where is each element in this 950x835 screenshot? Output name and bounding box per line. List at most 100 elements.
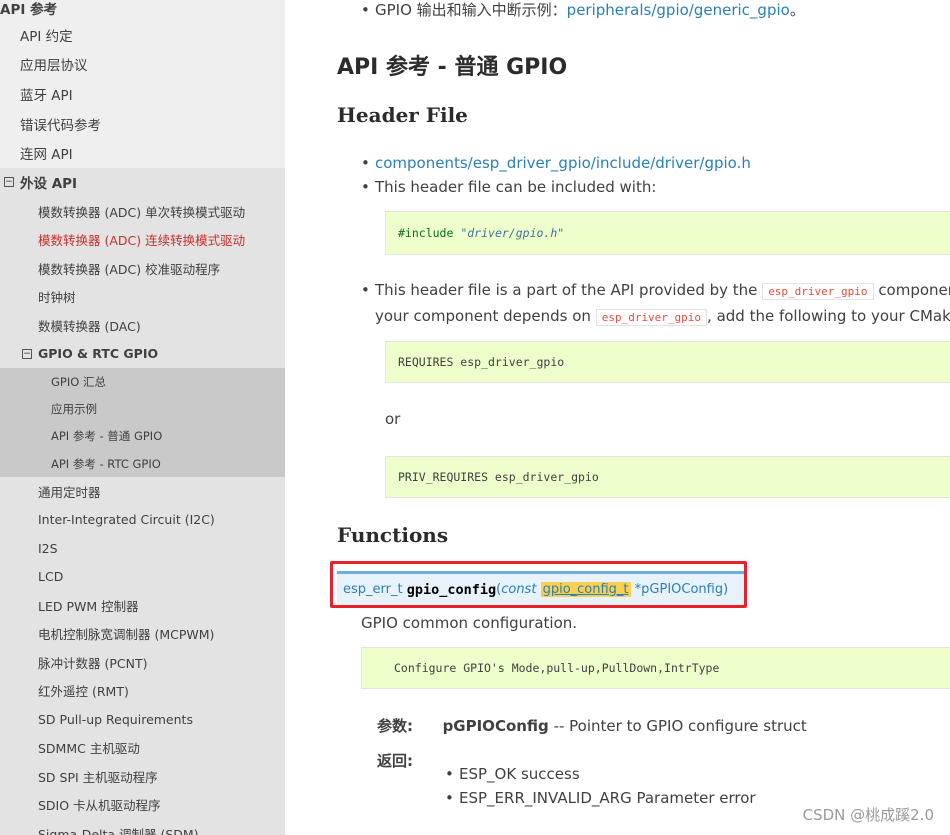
sidebar-item[interactable]: SD Pull-up Requirements xyxy=(0,705,285,734)
sidebar-item[interactable]: 模数转换器 (ADC) 校准驱动程序 xyxy=(0,253,285,283)
sidebar-l2-list-after: 通用定时器 Inter-Integrated Circuit (I2C) I2S LC… xyxy=(0,477,285,835)
sidebar-item-label: 模数转换器 (ADC) 连续转换模式驱动 xyxy=(38,233,246,249)
sidebar-item-label: API 参考 xyxy=(0,2,58,18)
sidebar-item[interactable]: 连网 API xyxy=(0,138,285,168)
list-item: This header file can be included with: xyxy=(361,175,950,199)
collapse-icon[interactable]: − xyxy=(22,348,32,359)
sidebar-item[interactable]: 脉冲计数器 (PCNT) xyxy=(0,648,285,677)
code-comment: Configure GPIO's Mode,pull-up,PullDown,I… xyxy=(394,661,720,675)
sidebar-item-label: API 参考 - RTC GPIO xyxy=(51,456,161,471)
priv-requires-code-block: PRIV_REQUIRES esp_driver_gpio xyxy=(385,456,950,498)
params-label: 参数: xyxy=(377,717,413,735)
list-item: GPIO 输出和输入中断示例：peripherals/gpio/generic_… xyxy=(361,0,950,22)
sidebar-item-label: 外设 API xyxy=(20,176,78,193)
sidebar-item-label: Inter-Integrated Circuit (I2C) xyxy=(38,512,215,528)
bullet-text: GPIO 输出和输入中断示例： xyxy=(375,1,567,19)
sidebar-item-label: API 约定 xyxy=(20,28,73,45)
sidebar-subitem[interactable]: API 参考 - RTC GPIO xyxy=(0,449,285,478)
collapse-icon[interactable]: − xyxy=(4,177,14,188)
sidebar-item-label: 应用示例 xyxy=(51,401,97,416)
returns-label: 返回: xyxy=(377,752,413,770)
page-title: API 参考 - 普通 GPIO xyxy=(337,55,568,80)
sidebar-item[interactable]: 应用层协议 xyxy=(0,50,285,80)
sidebar-item-label: 时钟树 xyxy=(38,290,76,306)
sidebar-item-label: I2S xyxy=(38,540,58,556)
sidebar-item-label: 数模转换器 (DAC) xyxy=(38,318,141,334)
sidebar-item[interactable]: Sigma-Delta 调制器 (SDM) xyxy=(0,819,285,835)
include-intro-text: This header file can be included with: xyxy=(375,178,657,196)
include-path: "driver/gpio.h" xyxy=(460,226,565,240)
sidebar-item-label: 脉冲计数器 (PCNT) xyxy=(38,655,148,671)
sidebar-item[interactable]: SDMMC 主机驱动 xyxy=(0,733,285,763)
sidebar-item[interactable]: 错误代码参考 xyxy=(0,109,285,139)
sidebar-item[interactable]: LED PWM 控制器 xyxy=(0,591,285,620)
component-text: your component depends on xyxy=(375,307,591,325)
requires-line: REQUIRES esp_driver_gpio xyxy=(398,355,565,369)
component-name-code: esp_driver_gpio xyxy=(595,309,708,326)
example-link[interactable]: peripherals/gpio/generic_gpio xyxy=(567,1,790,19)
function-description: GPIO common configuration. xyxy=(361,614,578,632)
sidebar-item-label: SDIO 卡从机驱动程序 xyxy=(38,798,161,814)
sidebar-item[interactable]: LCD xyxy=(0,562,285,592)
header-file-link[interactable]: components/esp_driver_gpio/include/drive… xyxy=(375,154,751,172)
sidebar-item-label: 连网 API xyxy=(20,147,73,164)
sidebar-item-label: 模数转换器 (ADC) 校准驱动程序 xyxy=(38,261,221,277)
include-code-block: #include "driver/gpio.h" xyxy=(385,211,950,255)
sidebar-item-api-reference[interactable]: API 参考 xyxy=(0,0,285,18)
sidebar-item-label: 应用层协议 xyxy=(20,58,88,75)
sidebar-item-label: LED PWM 控制器 xyxy=(38,598,139,614)
sidebar-item-peripherals[interactable]: − 外设 API xyxy=(0,167,285,197)
sidebar-l3-list: GPIO 汇总 应用示例 API 参考 - 普通 GPIO API 参考 - RTC … xyxy=(0,367,285,478)
sidebar-item[interactable]: 蓝牙 API xyxy=(0,79,285,109)
sidebar-item-label: 模数转换器 (ADC) 单次转换模式驱动 xyxy=(38,204,246,220)
sidebar-item[interactable]: 数模转换器 (DAC) xyxy=(0,310,285,340)
example-list: GPIO 输出和输入中断示例：peripherals/gpio/generic_… xyxy=(361,0,950,22)
component-info-list: This header file is a part of the API pr… xyxy=(361,278,950,330)
sidebar-item-label: 红外遥控 (RMT) xyxy=(38,684,129,700)
sidebar-item[interactable]: SD SPI 主机驱动程序 xyxy=(0,762,285,791)
main-content: GPIO 输出和输入中断示例：peripherals/gpio/generic_… xyxy=(285,0,950,835)
requires-code-block: REQUIRES esp_driver_gpio xyxy=(385,341,950,383)
sidebar-item-label: 电机控制脉宽调制器 (MCPWM) xyxy=(38,627,215,643)
section-heading-header-file: Header File xyxy=(337,103,468,127)
component-text: component. To d xyxy=(878,281,950,299)
sidebar-subitem[interactable]: API 参考 - 普通 GPIO xyxy=(0,422,285,450)
sidebar-item[interactable]: API 约定 xyxy=(0,20,285,50)
sidebar-item-active[interactable]: 模数转换器 (ADC) 连续转换模式驱动 xyxy=(0,225,285,254)
component-text: , add the following to your CMakeLists. xyxy=(707,307,950,325)
sidebar-subitem[interactable]: GPIO 汇总 xyxy=(0,367,285,396)
list-item: ESP_OK success xyxy=(445,762,925,786)
sidebar-item[interactable]: 电机控制脉宽调制器 (MCPWM) xyxy=(0,619,285,649)
component-name-code: esp_driver_gpio xyxy=(762,283,874,300)
sidebar-item[interactable]: SDIO 卡从机驱动程序 xyxy=(0,790,285,820)
sidebar-item[interactable]: I2S xyxy=(0,534,285,563)
component-text: This header file is a part of the API pr… xyxy=(375,281,758,299)
sidebar-item-label: GPIO 汇总 xyxy=(51,374,106,389)
sidebar-subitem[interactable]: 应用示例 xyxy=(0,395,285,423)
sidebar-item-label: SD Pull-up Requirements xyxy=(38,711,193,727)
sidebar-item[interactable]: Inter-Integrated Circuit (I2C) xyxy=(0,505,285,535)
sidebar-item-gpio[interactable]: − GPIO & RTC GPIO xyxy=(0,339,285,368)
bullet-suffix: 。 xyxy=(789,1,805,19)
include-directive: #include xyxy=(398,226,454,240)
list-item: components/esp_driver_gpio/include/drive… xyxy=(361,151,950,175)
sidebar-l1-list: API 约定 应用层协议蓝牙 API 错误代码参考 连网 API xyxy=(0,20,285,168)
sidebar-item[interactable]: 模数转换器 (ADC) 单次转换模式驱动 xyxy=(0,196,285,226)
function-code-block: Configure GPIO's Mode,pull-up,PullDown,I… xyxy=(361,647,950,689)
sidebar-nav: API 参考 API 约定 应用层协议蓝牙 API 错误代码参考 连网 API − 外… xyxy=(0,0,285,835)
highlight-box xyxy=(330,561,747,608)
sidebar-item[interactable]: 红外遥控 (RMT) xyxy=(0,676,285,706)
sidebar-item-label: SD SPI 主机驱动程序 xyxy=(38,769,158,785)
sidebar-item-label: LCD xyxy=(38,569,64,585)
param-name-bold: pGPIOConfig xyxy=(442,717,549,735)
section-heading-functions: Functions xyxy=(337,523,449,547)
watermark: CSDN @桃成蹊2.0 xyxy=(802,806,934,824)
sidebar-item-label: 通用定时器 xyxy=(38,484,101,500)
sidebar-item[interactable]: 时钟树 xyxy=(0,282,285,311)
header-file-list: components/esp_driver_gpio/include/drive… xyxy=(361,151,950,199)
sidebar-item-label: SDMMC 主机驱动 xyxy=(38,741,140,757)
sidebar-item-label: 错误代码参考 xyxy=(20,117,101,134)
or-text: or xyxy=(385,410,401,428)
list-item: This header file is a part of the API pr… xyxy=(361,278,950,330)
sidebar-item[interactable]: 通用定时器 xyxy=(0,477,285,506)
